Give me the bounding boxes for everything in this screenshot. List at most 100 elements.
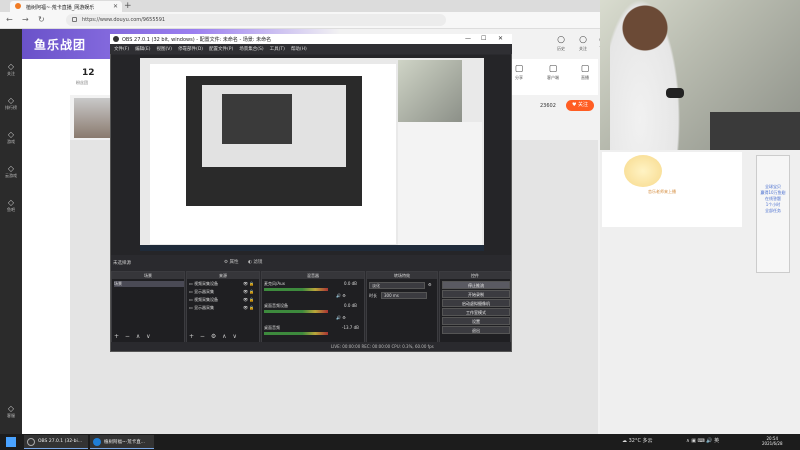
sidebar-item[interactable]: ◇ 游戏 <box>0 130 22 145</box>
taskbar-app-obs[interactable]: OBS 27.0.1 (32-bi... <box>24 435 88 449</box>
source-item[interactable]: ▭ 视频采集设备 👁 🔒 <box>189 297 254 303</box>
sidebar-item[interactable]: ◇ 排行榜 <box>0 96 22 111</box>
transitions-dock-title: 转场特效 <box>367 272 437 279</box>
game-icon: ◇ <box>7 130 15 139</box>
mixer-dock: 混音器 麦克风/Aux 0.0 dB 🔊 ⚙ 桌面音频设备 0.0 dB 🔊 ⚙… <box>261 271 365 343</box>
new-tab-icon[interactable]: + <box>124 1 132 11</box>
sidebar-item[interactable]: ◇ 客服 <box>0 404 22 419</box>
sidebar-item[interactable]: ◇ 鱼吧 <box>0 198 22 213</box>
sidebar-item[interactable]: ◇ 云游戏 <box>0 164 22 179</box>
transition-settings-icon[interactable]: ⚙ <box>428 282 432 287</box>
url-input[interactable]: https://www.douyu.com/9655591 <box>66 14 446 26</box>
obs-menu-item[interactable]: 文件(F) <box>114 47 129 52</box>
transition-select[interactable]: 淡化 <box>369 282 425 289</box>
mixer-channel-db: 0.0 dB <box>344 281 357 286</box>
obs-menu-item[interactable]: 帮助(H) <box>291 47 307 52</box>
left-content-column <box>22 59 70 434</box>
browser-tab[interactable]: 植树阿福~·荒卡直播_网游娱乐 ✕ <box>10 1 122 12</box>
source-item[interactable]: ▭ 视频采集设备 👁 🔒 <box>189 281 254 287</box>
cloud-icon: ◇ <box>7 164 15 173</box>
activity-panel[interactable]: 全球宝贝 赢得10万鱼翅 在线答题 1个小时 全部任务 <box>756 155 790 273</box>
sidebar-item-label: 游戏 <box>7 139 15 144</box>
sources-controls[interactable]: + − ⚙ ∧ ∨ <box>189 333 239 340</box>
obs-title-bar[interactable]: OBS 27.0.1 (32 bit, windows) - 配置文件: 未命名… <box>110 34 512 44</box>
sidebar-item-label: 客服 <box>7 413 15 418</box>
exit-button[interactable]: 退出 <box>442 326 510 334</box>
forward-icon[interactable]: → <box>22 15 29 25</box>
mixer-channel-name: 桌面音频设备 <box>264 303 288 308</box>
obs-menu-item[interactable]: 编辑(E) <box>135 47 150 52</box>
mixer-channel-name: 桌面音频 <box>264 325 280 330</box>
browser-tab-title: 植树阿福~·荒卡直播_网游娱乐 <box>26 5 95 11</box>
preview-side-panel <box>398 122 482 246</box>
obs-menu-item[interactable]: 工具(T) <box>270 47 285 52</box>
weather-icon[interactable]: ☁ 32°C 多云 <box>622 437 653 444</box>
taskbar-app-label: OBS 27.0.1 (32-bi... <box>38 439 83 444</box>
mixer-channel-db: -13.7 dB <box>342 325 359 330</box>
minimize-icon[interactable]: — <box>465 34 471 44</box>
duration-input[interactable]: 300 ms <box>381 292 427 299</box>
service-icon: ◇ <box>7 404 15 413</box>
scene-item[interactable]: 场景 <box>114 281 184 287</box>
action-label: 直播 <box>581 75 589 80</box>
start-recording-button[interactable]: 开始录制 <box>442 290 510 298</box>
follow-button[interactable]: ♥ 关注 <box>566 100 594 111</box>
refresh-icon[interactable]: ↻ <box>38 15 45 25</box>
sidebar-item[interactable]: ◇ 关注 <box>0 62 22 77</box>
sources-dock: 来源 ▭ 视频采集设备 👁 🔒 ▭ 显示器采集 👁 🔒 ▭ 视频采集设备 👁 🔒… <box>186 271 260 343</box>
follow-label: 粉丝团 <box>76 80 88 85</box>
left-nav <box>0 29 22 434</box>
nested-obs-inner <box>222 94 292 144</box>
obs-status-bar: LIVE: 00:00:00 REC: 00:00:00 CPU: 0.3%, … <box>111 342 511 351</box>
client-icon[interactable]: ▢ 客户端 <box>540 64 566 81</box>
duration-label: 时长 <box>369 293 377 298</box>
mute-speaker-icon[interactable]: 🔊 ⚙ <box>336 293 346 298</box>
site-logo[interactable]: 鱼乐战团 <box>34 36 86 53</box>
controls-dock: 控件 停止推流 开始录制 启动虚拟摄像机 工作室模式 设置 退出 <box>439 271 511 343</box>
tray-icons[interactable]: ∧ ▣ ⌨ 🔊 英 <box>686 437 719 444</box>
sidebar-item-label: 鱼吧 <box>7 207 15 212</box>
sources-dock-title: 来源 <box>187 272 259 279</box>
obs-menu-item[interactable]: 视图(V) <box>156 47 172 52</box>
virtual-camera-button[interactable]: 启动虚拟摄像机 <box>442 299 510 307</box>
douyu-favicon-icon <box>15 3 21 9</box>
source-item[interactable]: ▭ 显示器采集 👁 🔒 <box>189 305 254 311</box>
properties-button[interactable]: ⚙ 属性 <box>224 259 238 265</box>
transitions-dock: 转场特效 淡化 ⚙ 时长 300 ms <box>366 271 438 343</box>
audio-meter <box>264 288 328 291</box>
filters-button[interactable]: ◐ 滤镜 <box>248 259 262 265</box>
settings-button[interactable]: 设置 <box>442 317 510 325</box>
no-source-label: 未选择源 <box>113 261 131 266</box>
scenes-controls[interactable]: + − ∧ ∨ <box>114 333 153 340</box>
preview-taskbar <box>140 245 484 251</box>
edge-app-icon <box>93 438 101 446</box>
obs-menu-item[interactable]: 停靠部件(D) <box>178 47 203 52</box>
anchor-avatar[interactable] <box>74 98 110 138</box>
mixer-channel-name: 麦克风/Aux <box>264 281 285 286</box>
action-label: 客户端 <box>547 75 559 80</box>
maximize-icon[interactable]: ☐ <box>481 34 486 44</box>
taskbar-clock[interactable]: 20:54 2021/6/28 <box>762 436 783 446</box>
taskbar-app-label: 植树阿福~·荒卡直... <box>104 440 145 445</box>
clock-date: 2021/6/28 <box>762 441 783 446</box>
microphone-icon <box>666 88 684 98</box>
heart-icon: ◇ <box>7 62 15 71</box>
close-icon[interactable]: ✕ <box>498 34 503 44</box>
tab-close-icon[interactable]: ✕ <box>113 3 118 10</box>
desk-equipment <box>710 112 800 150</box>
obs-menu-item[interactable]: 配置文件(P) <box>209 47 233 52</box>
follower-count: 23602 <box>540 103 556 109</box>
obs-menu-item[interactable]: 场景集合(S) <box>239 47 263 52</box>
preview-webcam <box>398 60 462 122</box>
taskbar-app-browser[interactable]: 植树阿福~·荒卡直... <box>90 435 154 449</box>
mute-speaker-icon[interactable]: 🔊 ⚙ <box>336 315 346 320</box>
controls-dock-title: 控件 <box>440 272 510 279</box>
mixer-dock-title: 混音器 <box>262 272 364 279</box>
studio-mode-button[interactable]: 工作室模式 <box>442 308 510 316</box>
camera-icon[interactable]: ▢ 直播 <box>572 64 598 81</box>
source-item[interactable]: ▭ 显示器采集 👁 🔒 <box>189 289 254 295</box>
mixer-channel-db: 0.0 dB <box>344 303 357 308</box>
stop-streaming-button[interactable]: 停止推流 <box>442 281 510 289</box>
windows-start-icon[interactable] <box>6 437 16 447</box>
back-icon[interactable]: ← <box>6 15 13 25</box>
